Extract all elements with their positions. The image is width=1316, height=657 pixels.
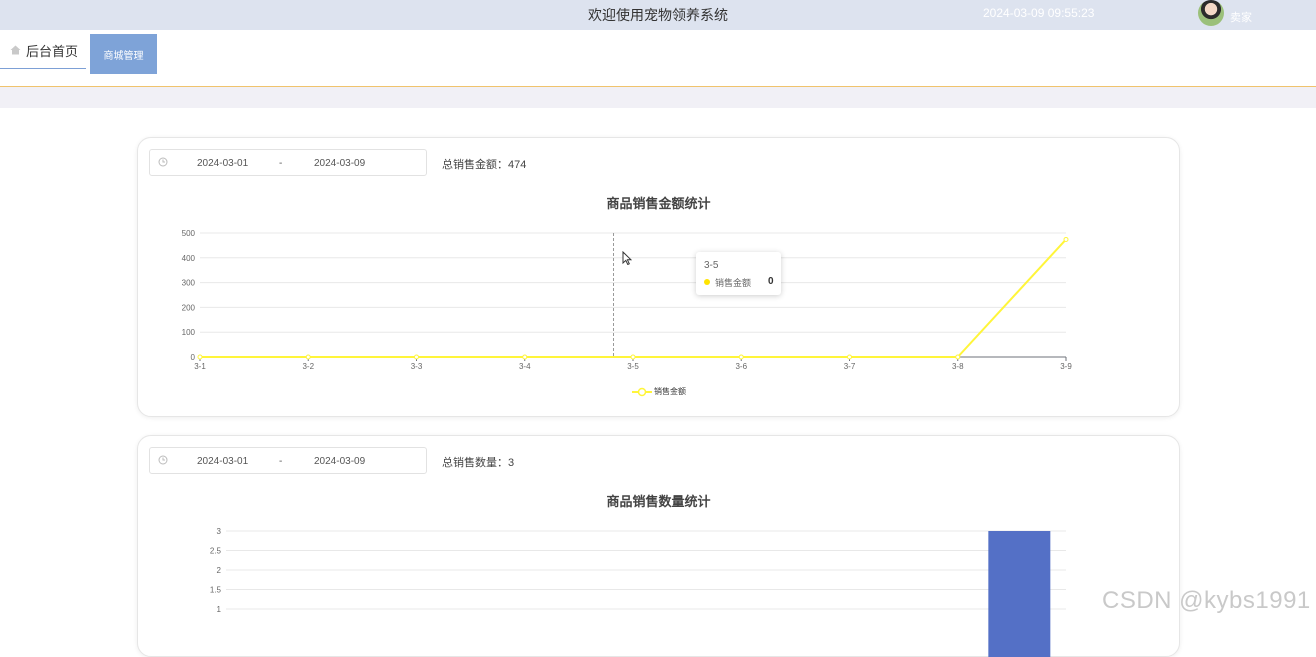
datetime-display: 2024-03-09 09:55:23	[983, 6, 1095, 20]
data-point	[630, 354, 636, 360]
x-tick-label: 3-7	[844, 362, 856, 371]
data-point	[847, 354, 852, 360]
data-point	[522, 354, 528, 360]
x-tick-label: 3-1	[194, 362, 206, 371]
x-tick-label: 3-5	[627, 362, 639, 371]
data-point	[197, 354, 203, 360]
sales-amount-card: 2024-03-01 - 2024-03-09 总销售金额：474 商品销售金额…	[137, 137, 1180, 417]
y-tick-label: 200	[182, 303, 196, 312]
legend-label: 销售金额	[654, 387, 686, 396]
y-tick-label: 2	[217, 566, 222, 575]
tab-home-label: 后台首页	[26, 43, 79, 59]
bar	[988, 531, 1051, 657]
tooltip-title: 3-5	[704, 260, 719, 271]
username[interactable]: 卖家	[1230, 9, 1252, 25]
watermark: CSDN @kybs1991	[1102, 587, 1311, 614]
system-title: 欢迎使用宠物领养系统	[588, 7, 728, 23]
x-tick-label: 3-3	[411, 362, 423, 371]
data-point	[414, 354, 419, 360]
content-divider	[0, 87, 1316, 108]
chart-tooltip: 3-5 销售金额 0	[696, 252, 781, 295]
series-line	[200, 238, 1067, 358]
legend-line-icon	[632, 387, 652, 396]
data-point	[305, 354, 311, 360]
y-tick-label: 500	[182, 229, 196, 238]
tooltip-marker	[704, 279, 710, 285]
sales-quantity-bar-chart: 1 1.5 2 2.5 3	[210, 527, 1066, 657]
x-tick-label: 3-8	[952, 362, 964, 371]
sales-amount-line-chart: 0 100 200 300 400 500 3-1 3-2 3-3 3-4 3-5 3-6 3-7 3-8…	[182, 229, 1073, 371]
y-tick-label: 400	[182, 254, 196, 263]
y-tick-label: 1.5	[210, 586, 222, 595]
top-bar: 欢迎使用宠物领养系统 2024-03-09 09:55:23 卖家	[0, 0, 1316, 30]
data-point	[1063, 236, 1069, 242]
tooltip-series-name: 销售金额	[715, 278, 752, 288]
home-icon	[10, 45, 21, 55]
data-point	[738, 354, 744, 360]
tab-home[interactable]: 后台首页	[0, 32, 86, 69]
x-tick-label: 3-9	[1060, 362, 1072, 371]
y-tick-label: 1	[217, 605, 222, 614]
y-tick-label: 100	[182, 328, 196, 337]
tooltip-value: 0	[768, 276, 774, 287]
tab-shop-management[interactable]: 商城管理	[90, 34, 157, 74]
y-tick-label: 2.5	[210, 547, 222, 556]
mouse-cursor-icon	[622, 251, 632, 265]
y-tick-label: 0	[191, 353, 196, 362]
tab-bar: 后台首页 商城管理	[0, 30, 1316, 87]
avatar[interactable]	[1198, 0, 1224, 26]
data-point	[955, 354, 961, 360]
y-tick-label: 3	[217, 527, 222, 536]
chart-legend[interactable]: 销售金额	[632, 386, 686, 397]
x-tick-label: 3-4	[519, 362, 531, 371]
y-tick-label: 300	[182, 279, 196, 288]
x-tick-label: 3-6	[735, 362, 747, 371]
x-tick-label: 3-2	[302, 362, 314, 371]
